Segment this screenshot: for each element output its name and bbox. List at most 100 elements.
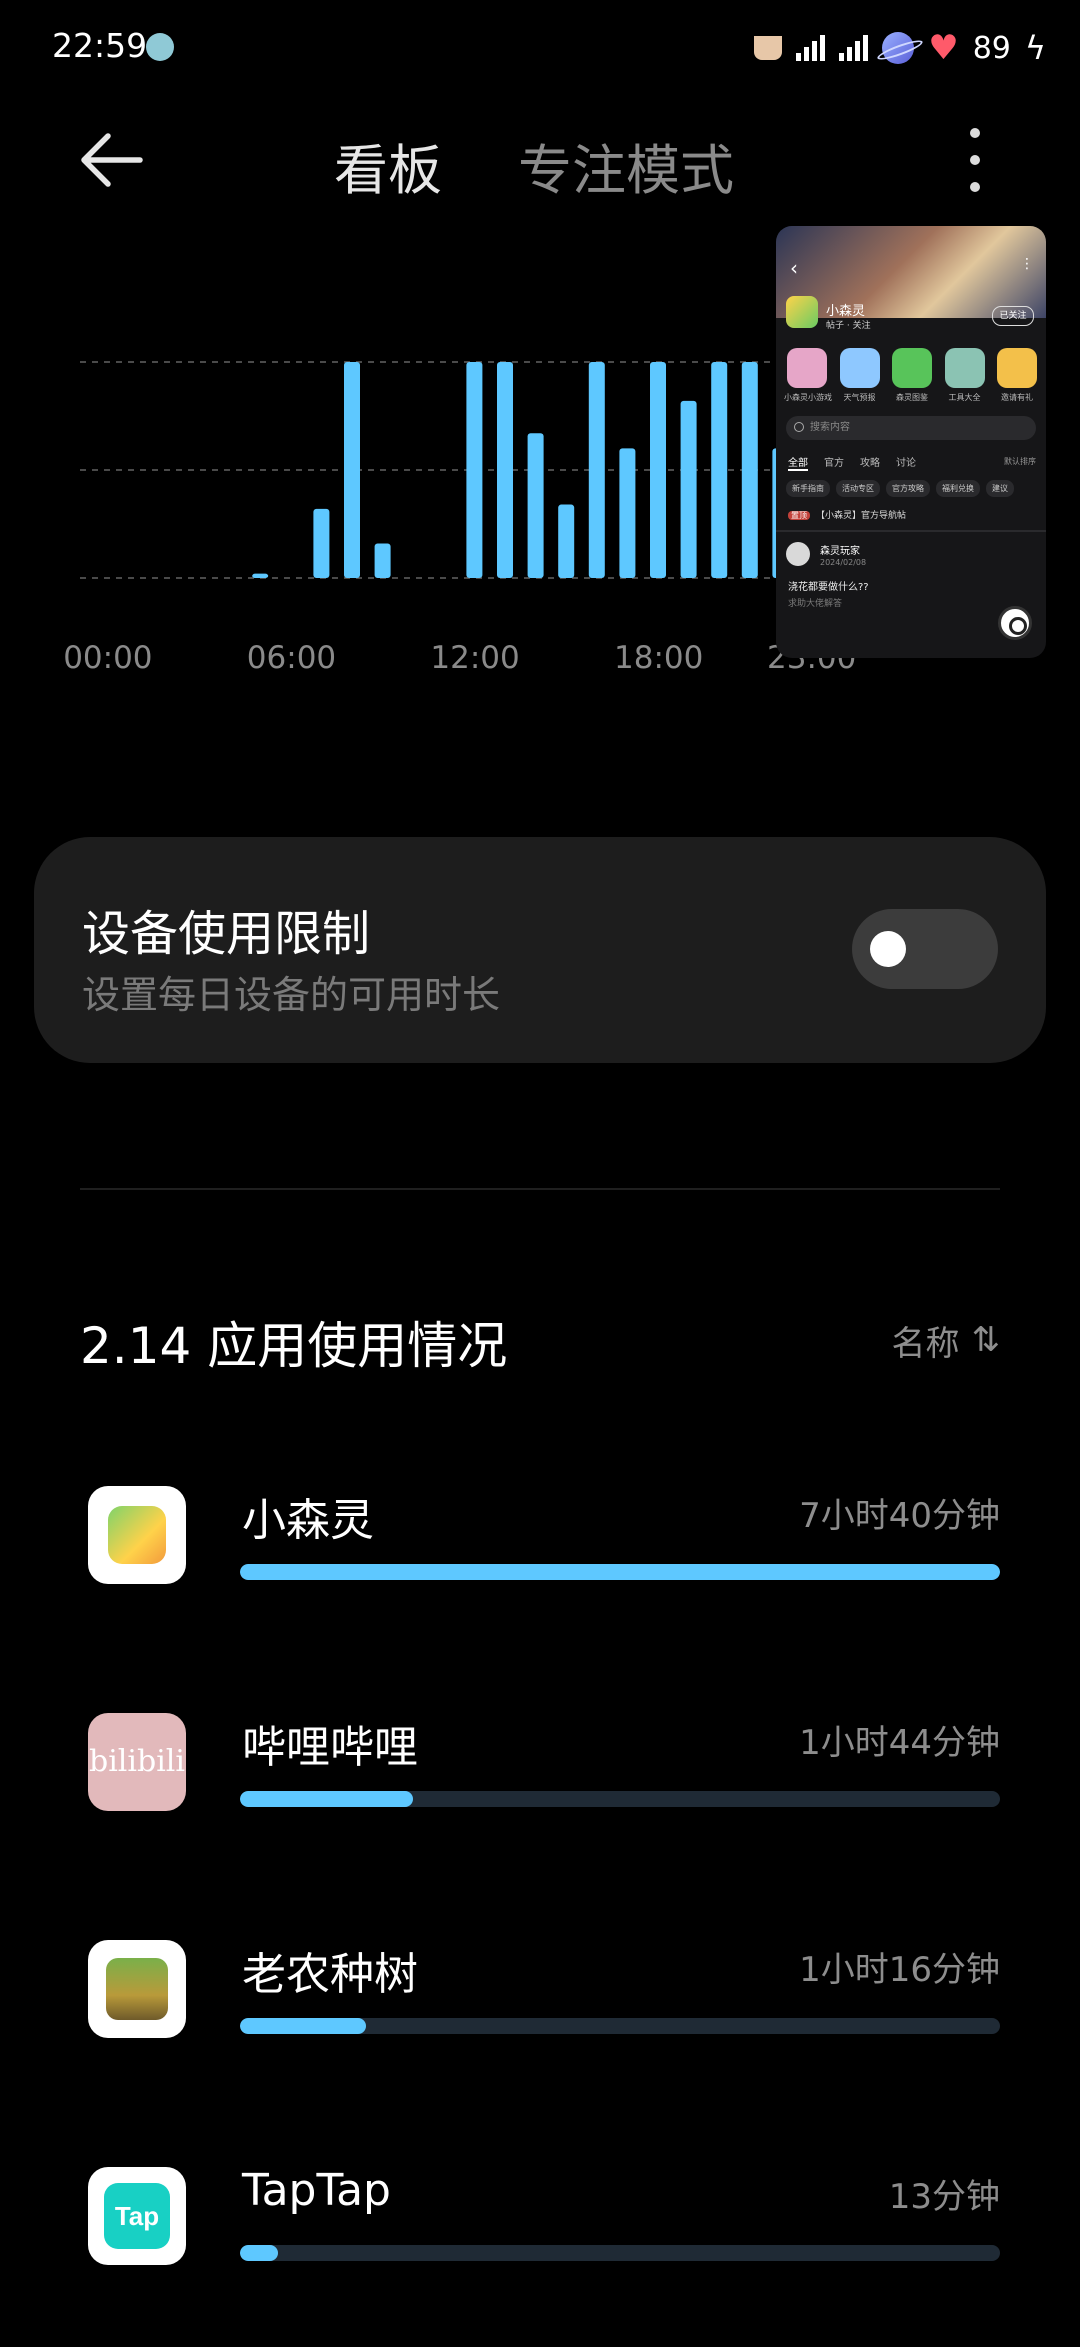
device-limit-title: 设备使用限制 <box>82 906 371 962</box>
pinned-text: 【小森灵】官方导航帖 <box>816 511 907 521</box>
preview-subtitle: 帖子 · 关注 <box>826 321 871 331</box>
preview-chip: 活动专区 <box>836 480 880 497</box>
shortcut-label: 邀请有礼 <box>1001 393 1033 402</box>
preview-tab: 攻略 <box>860 458 880 469</box>
x-tick-label: 06:00 <box>246 640 337 676</box>
sort-by-name-button[interactable]: 名称 ⇅ <box>891 1318 1001 1364</box>
app-usage-time: 1小时44分钟 <box>799 1723 1000 1763</box>
preview-chip: 新手指南 <box>786 480 830 497</box>
back-button[interactable] <box>80 130 144 190</box>
usage-bar-track <box>240 2245 1000 2261</box>
device-limit-card[interactable]: 设备使用限制 设置每日设备的可用时长 <box>34 837 1046 1063</box>
tab-dashboard[interactable]: 看板 <box>334 126 442 205</box>
usage-bar-fill <box>240 2245 278 2261</box>
shortcut-icon <box>892 348 932 388</box>
preview-tab: 官方 <box>824 458 844 469</box>
chart-bar <box>374 543 391 578</box>
preview-chips: 新手指南 活动专区 官方攻略 福利兑换 建议 <box>786 480 1014 497</box>
usage-bar-fill <box>240 1564 1000 1580</box>
usage-bar-fill <box>240 2018 367 2034</box>
x-tick-label: 00:00 <box>63 640 153 676</box>
app-usage-title: 2.14 应用使用情况 <box>80 1317 508 1375</box>
battery-level: 89 <box>972 30 1011 66</box>
x-tick-label: 12:00 <box>430 640 520 676</box>
chart-bar <box>650 362 666 578</box>
preview-tabs: 全部 官方 攻略 讨论 <box>788 454 916 471</box>
preview-search-field: 搜索内容 <box>786 416 1036 440</box>
sort-label: 名称 <box>891 1323 960 1364</box>
shortcut-label: 森灵图鉴 <box>896 393 928 402</box>
app-name: 老农种树 <box>242 1949 418 2000</box>
chart-bar <box>741 362 758 578</box>
app-name: TapTap <box>242 2165 391 2216</box>
preview-post-body: 求助大佬解答 <box>788 599 843 609</box>
device-limit-toggle[interactable] <box>852 909 998 989</box>
shortcut-label: 工具大全 <box>948 393 981 402</box>
back-arrow-icon <box>81 133 143 187</box>
status-time: 22:59 <box>52 26 148 65</box>
taptap-logo-text: Tap <box>114 2201 160 2231</box>
floating-app-preview[interactable]: ‹ ⋮ 小森灵 帖子 · 关注 已关注 小森灵小游戏 天气预报 森灵图鉴 工具大… <box>776 226 1046 658</box>
app-usage-time: 1小时16分钟 <box>799 1950 1000 1990</box>
preview-author: 森灵玩家 <box>820 546 860 557</box>
xiaosenling-app-icon <box>88 1486 186 1584</box>
preview-shortcut: 天气预报 <box>837 348 883 403</box>
app-usage-time: 13分钟 <box>888 2177 1000 2217</box>
preview-shortcut: 工具大全 <box>942 348 988 403</box>
status-bar: 22:59 ♥ 89 ϟ <box>0 0 1080 96</box>
more-dot-icon <box>970 182 980 192</box>
more-dot-icon <box>970 155 980 165</box>
chart-bar <box>588 362 605 578</box>
taptap-app-icon: Tap <box>88 2167 186 2265</box>
usage-bar-track <box>240 1564 1000 1580</box>
preview-author-avatar <box>786 542 810 566</box>
chart-bar <box>619 448 636 578</box>
preview-back-icon: ‹ <box>790 256 798 280</box>
usage-bar-fill <box>240 1791 413 1807</box>
preview-chip: 福利兑换 <box>936 480 980 497</box>
alarm-icon <box>146 33 174 61</box>
shortcut-icon <box>839 348 880 388</box>
preview-tab: 全部 <box>788 454 808 471</box>
preview-chip: 官方攻略 <box>886 480 930 497</box>
app-usage-row[interactable]: 小森灵 7小时40分钟 <box>0 1486 1080 1666</box>
preview-title: 小森灵 <box>826 304 866 319</box>
bilibili-app-icon: bilibili <box>88 1713 186 1811</box>
app-usage-row[interactable]: 老农种树 1小时16分钟 <box>0 1940 1080 2120</box>
tab-focus-mode[interactable]: 专注模式 <box>518 126 734 205</box>
shortcut-icon <box>944 348 985 388</box>
app-usage-row[interactable]: Tap TapTap 13分钟 <box>0 2165 1080 2347</box>
pinned-tag: 置顶 <box>788 511 810 520</box>
preview-shortcut: 森灵图鉴 <box>889 348 935 403</box>
chart-bar <box>313 508 330 578</box>
chart-bar <box>466 362 483 578</box>
charging-bolt-icon: ϟ <box>1024 29 1046 67</box>
app-usage-time: 7小时40分钟 <box>799 1496 1000 1536</box>
app-usage-row[interactable]: bilibili 哔哩哔哩 1小时44分钟 <box>0 1713 1080 1893</box>
app-name: 小森灵 <box>242 1495 374 1546</box>
preview-tab: 讨论 <box>896 458 916 469</box>
shortcut-label: 天气预报 <box>843 393 876 402</box>
shortcut-icon <box>997 348 1037 388</box>
preview-post-title: 浇花都要做什么?? <box>788 582 869 593</box>
preview-app-avatar <box>786 296 818 328</box>
preview-shortcuts: 小森灵小游戏 天气预报 森灵图鉴 工具大全 邀请有礼 <box>784 348 1040 403</box>
x-tick-label: 18:00 <box>614 640 704 676</box>
more-options-button[interactable] <box>960 128 990 192</box>
heart-battery-icon: ♥ <box>928 28 959 68</box>
section-divider <box>80 1188 1000 1190</box>
preview-shortcut: 邀请有礼 <box>994 348 1040 403</box>
chart-bar <box>497 362 513 578</box>
more-dot-icon <box>970 128 980 138</box>
signal-strength-icon <box>796 35 826 61</box>
preview-divider <box>776 530 1046 532</box>
usage-bar-track <box>240 2018 1000 2034</box>
preview-follow-button: 已关注 <box>992 306 1034 326</box>
planet-icon <box>882 32 915 64</box>
preview-more-icon: ⋮ <box>1020 256 1034 272</box>
shortcut-label: 小森灵小游戏 <box>784 393 832 402</box>
device-limit-subtitle: 设置每日设备的可用时长 <box>82 973 501 1017</box>
top-app-bar: 看板 专注模式 <box>0 110 1080 210</box>
chart-bar <box>680 400 697 578</box>
toggle-knob <box>870 931 906 967</box>
